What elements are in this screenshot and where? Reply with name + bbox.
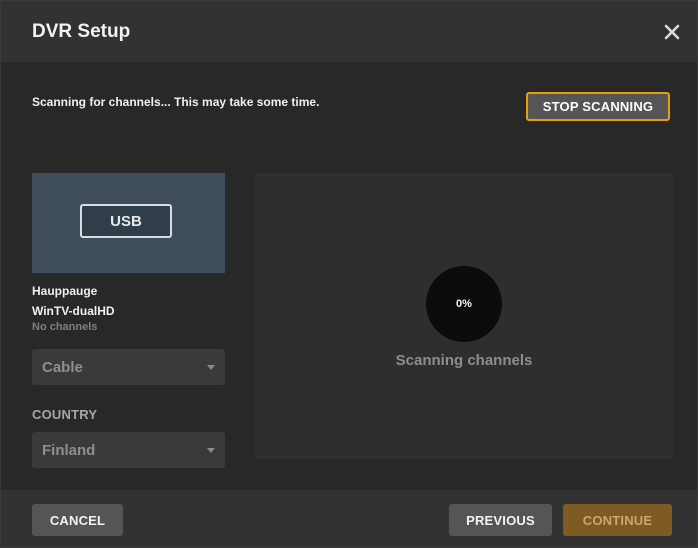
scan-progress-panel: 0% Scanning channels (255, 173, 673, 459)
cancel-button[interactable]: CANCEL (32, 504, 123, 536)
dialog-body: Scanning for channels... This may take s… (1, 62, 697, 490)
country-select[interactable]: Finland (32, 432, 225, 468)
stop-scanning-button[interactable]: STOP SCANNING (526, 92, 670, 121)
country-label: COUNTRY (32, 407, 98, 422)
dialog-title: DVR Setup (32, 21, 131, 42)
dvr-setup-dialog: DVR Setup Scanning for channels... This … (0, 0, 698, 548)
chevron-down-icon (207, 448, 215, 453)
source-select-value: Cable (42, 358, 83, 376)
dialog-header: DVR Setup (1, 1, 697, 62)
scan-panel-label: Scanning channels (395, 352, 533, 369)
dialog-footer: CANCEL PREVIOUS CONTINUE (1, 490, 697, 547)
progress-percent: 0% (456, 298, 472, 310)
close-icon[interactable] (661, 21, 683, 43)
device-thumbnail: USB (32, 173, 225, 273)
scan-status-text: Scanning for channels... This may take s… (32, 95, 320, 109)
chevron-down-icon (207, 365, 215, 370)
device-model: WinTV-dualHD (32, 304, 115, 318)
progress-circle: 0% (426, 266, 502, 342)
previous-button[interactable]: PREVIOUS (449, 504, 552, 536)
continue-button[interactable]: CONTINUE (563, 504, 672, 536)
device-channel-count: No channels (32, 321, 98, 333)
source-select[interactable]: Cable (32, 349, 225, 385)
device-name: Hauppauge WinTV-dualHD (32, 281, 115, 321)
device-brand: Hauppauge (32, 284, 98, 298)
usb-badge: USB (80, 204, 172, 238)
country-select-value: Finland (42, 441, 96, 459)
